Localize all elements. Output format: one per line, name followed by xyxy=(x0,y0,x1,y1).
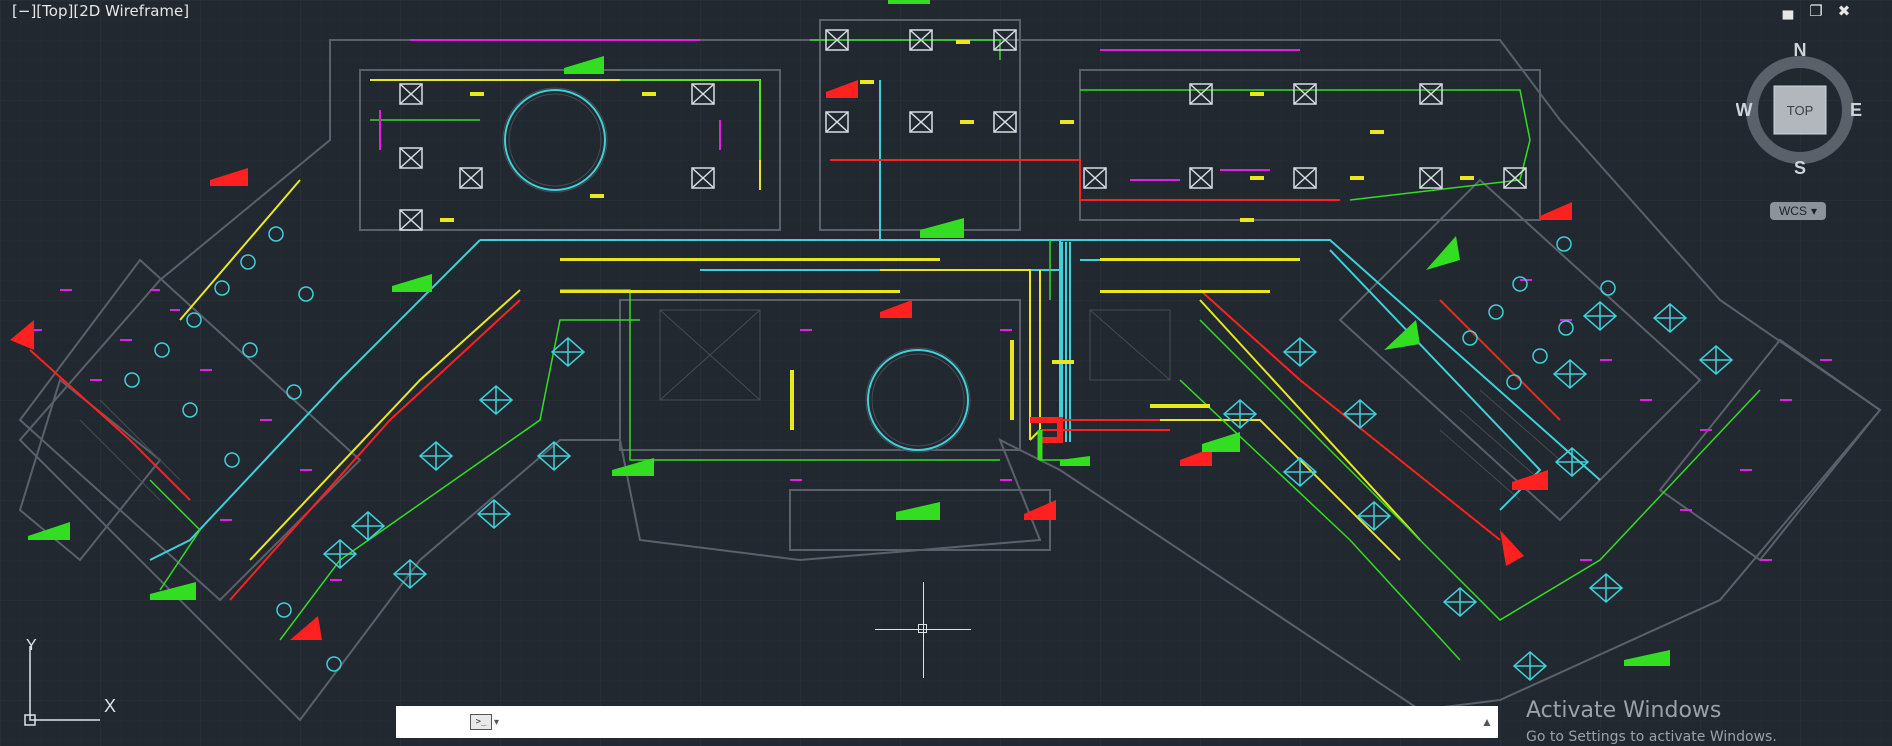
ucs-y-label: Y xyxy=(26,637,37,654)
compass-south[interactable]: S xyxy=(1794,158,1806,178)
viewport-bracket: ][ xyxy=(67,2,80,20)
compass-west[interactable]: W xyxy=(1736,100,1753,120)
window-controls: ▄ ❐ ✖ xyxy=(1780,2,1852,20)
drawing-canvas[interactable] xyxy=(0,0,1892,746)
chevron-down-icon: ▾ xyxy=(1810,204,1818,218)
wcs-label: WCS xyxy=(1778,204,1807,218)
minimize-button[interactable]: ▄ xyxy=(1780,2,1796,20)
viewcube[interactable]: TOP N S E W xyxy=(1736,42,1864,178)
view-menu[interactable]: Top xyxy=(42,2,67,20)
close-button[interactable]: ✖ xyxy=(1836,2,1852,20)
viewport-bracket: ] xyxy=(183,2,190,20)
viewcube-face-label: TOP xyxy=(1787,103,1814,118)
visual-style-menu[interactable]: 2D Wireframe xyxy=(79,2,183,20)
command-input[interactable] xyxy=(507,709,1476,735)
wcs-menu-button[interactable]: WCS ▾ xyxy=(1770,202,1826,220)
ucs-x-label: X xyxy=(104,696,116,716)
restore-button[interactable]: ❐ xyxy=(1808,2,1824,20)
ucs-icon: Y X xyxy=(24,637,116,726)
viewport-label[interactable]: [−][Top][2D Wireframe] xyxy=(12,2,189,20)
activate-windows-title: Activate Windows xyxy=(1526,698,1722,723)
command-prompt-icon[interactable]: >_ xyxy=(470,714,492,730)
activate-windows-subtitle: Go to Settings to activate Windows. xyxy=(1526,729,1777,745)
viewport-bracket: ][ xyxy=(30,2,43,20)
command-line: >_ ▾ ▲ xyxy=(396,706,1498,738)
chevron-down-icon[interactable]: ▾ xyxy=(494,717,499,728)
compass-east[interactable]: E xyxy=(1850,100,1862,120)
command-history-button[interactable]: ▲ xyxy=(1476,715,1498,729)
compass-north[interactable]: N xyxy=(1794,42,1807,60)
cursor-pickbox xyxy=(918,624,927,633)
drawing-viewport[interactable]: [−][Top][2D Wireframe] ▄ ❐ ✖ TOP N S E W… xyxy=(0,0,1892,746)
viewport-controls-menu[interactable]: − xyxy=(18,2,31,20)
